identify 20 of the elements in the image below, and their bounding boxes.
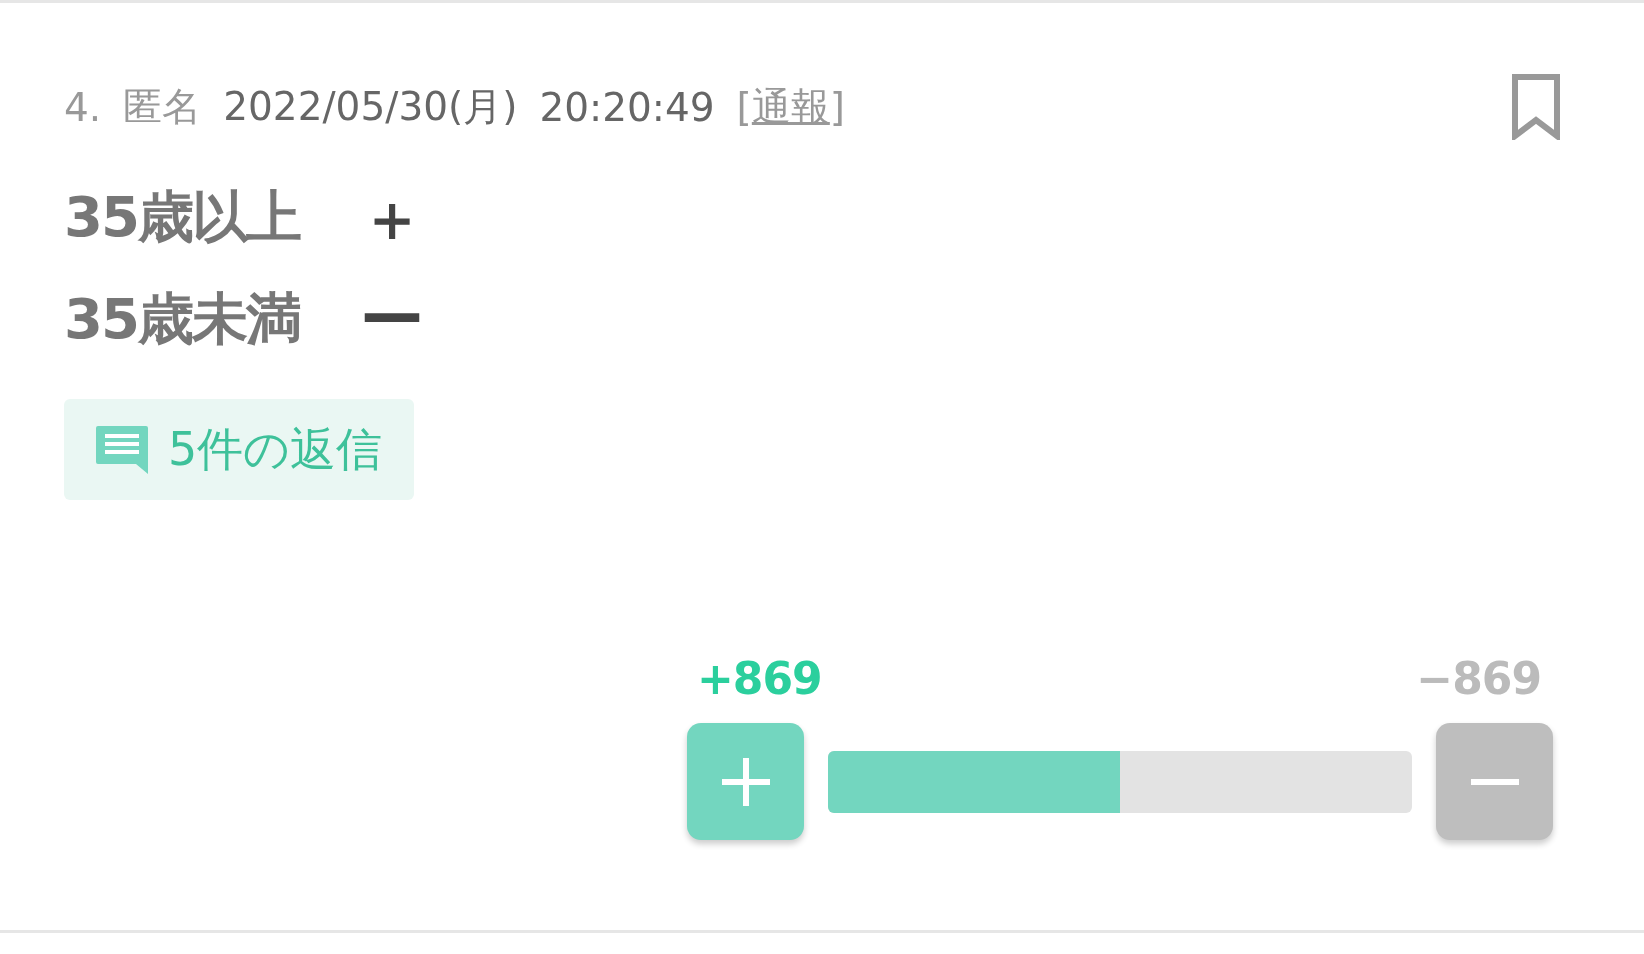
- author-name: 匿名: [123, 83, 202, 131]
- bracket: [: [736, 84, 752, 130]
- plus-button[interactable]: [687, 723, 804, 840]
- post-time: 20:20:49: [539, 84, 715, 130]
- post-text: 35歳以上: [64, 183, 300, 251]
- post-text: 35歳未満: [64, 285, 300, 353]
- minus-count: −869: [1416, 652, 1541, 704]
- bookmark-icon[interactable]: [1512, 74, 1560, 140]
- plus-count: +869: [697, 652, 822, 704]
- minus-icon: [1470, 777, 1519, 786]
- minus-button[interactable]: [1436, 723, 1553, 840]
- plus-icon: [721, 757, 770, 806]
- post-text: ー: [359, 281, 424, 359]
- post-number: 4.: [64, 84, 102, 130]
- comment-icon: [94, 423, 150, 476]
- post-text: ＋: [359, 179, 424, 257]
- report-link[interactable]: 通報: [751, 80, 830, 134]
- post-date: 2022/05/30(月): [223, 83, 518, 131]
- replies-button[interactable]: 5件の返信: [64, 399, 415, 500]
- bracket: ]: [829, 84, 846, 130]
